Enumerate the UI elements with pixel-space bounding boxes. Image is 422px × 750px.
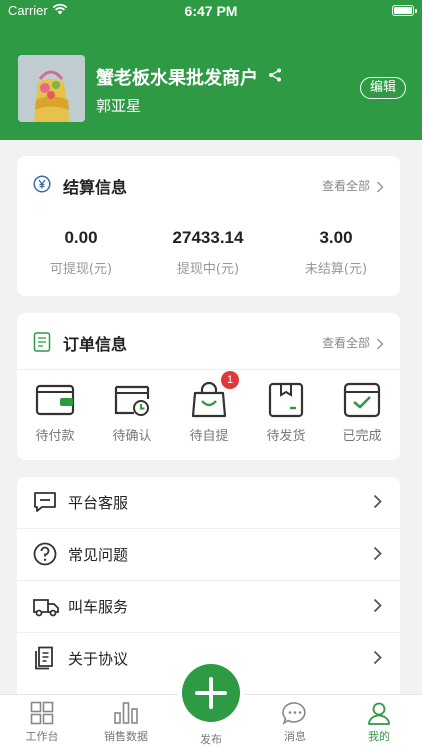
chevron-right-icon [373,546,382,565]
message-icon [260,701,330,725]
chevron-right-icon [373,494,382,513]
stat-label: 可提现(元) [49,262,113,277]
stat-value: 0.00 [64,228,98,247]
status-time: 6:47 PM [184,3,238,19]
shop-name: 蟹老板水果批发商户 [96,68,258,89]
menu-label: 常见问题 [68,546,129,564]
stat-label: 提现中(元) [176,262,240,277]
tab-label: 工作台 [25,730,59,743]
order-label: 待确认 [112,429,152,444]
chevron-right-icon [376,335,384,354]
shopping-bag-icon: 1 [189,371,239,419]
chevron-right-icon [376,178,384,197]
stat-value: 3.00 [319,228,353,247]
stat-unsettled: 3.00 未结算(元) [276,228,396,277]
menu-label: 叫车服务 [68,598,129,616]
chevron-right-icon [373,598,382,617]
tab-label: 销售数据 [104,730,148,743]
divider [17,369,400,370]
stat-available: 0.00 可提现(元) [21,228,141,277]
order-label: 待付款 [35,429,75,444]
tab-mine[interactable]: 我的 [344,701,414,744]
package-icon [266,381,306,419]
stat-label: 未结算(元) [304,262,368,277]
user-icon [344,701,414,725]
order-completed[interactable]: 已完成 [332,381,392,444]
battery-icon [392,5,417,16]
settlement-card: 结算信息 查看全部 0.00 可提现(元) 27433.14 提现中(元) 3.… [17,156,400,296]
order-label: 待自提 [189,429,229,444]
wallet-icon [35,381,75,419]
share-icon[interactable] [268,67,282,86]
order-title: 订单信息 [63,335,128,354]
plus-icon [182,677,240,726]
truck-icon [33,594,59,622]
pickup-badge: 1 [221,371,239,389]
stat-value: 27433.14 [172,228,244,247]
order-card: 订单信息 查看全部 待付款 待确认 1 待自提 待发货 已完成 [17,313,400,460]
check-calendar-icon [342,381,382,419]
menu-label: 关于协议 [68,650,129,668]
profile-header: Carrier 6:47 PM 蟹老板水果批发商户 郭亚星 编辑 [0,0,422,140]
publish-button-ring [178,660,244,726]
edit-button[interactable]: 编辑 [360,77,406,99]
settlement-title: 结算信息 [63,178,128,197]
tab-label: 我的 [368,730,390,743]
order-label: 待发货 [266,429,306,444]
bar-chart-icon [91,701,161,725]
order-header[interactable]: 订单信息 查看全部 [17,313,400,369]
grid-icon [7,701,77,725]
publish-button[interactable] [182,664,240,722]
list-doc-icon [33,332,51,356]
order-label: 已完成 [342,429,382,444]
shop-avatar[interactable] [18,55,85,122]
order-pending-ship[interactable]: 待发货 [256,381,316,444]
chevron-right-icon [373,650,382,669]
order-view-all[interactable]: 查看全部 [322,334,370,351]
stat-withdrawing: 27433.14 提现中(元) [148,228,268,277]
menu-item-car-service[interactable]: 叫车服务 [17,581,400,632]
chat-icon [33,490,57,518]
document-icon [33,646,57,674]
order-pending-pickup[interactable]: 1 待自提 [179,371,239,444]
yuan-icon [33,175,51,197]
menu-item-customer-service[interactable]: 平台客服 [17,477,400,528]
tab-label: 消息 [284,730,306,743]
tab-messages[interactable]: 消息 [260,701,330,744]
calendar-clock-icon [112,381,152,419]
question-icon [33,542,57,570]
settlement-header[interactable]: 结算信息 查看全部 [17,156,400,212]
order-pending-confirm[interactable]: 待确认 [102,381,162,444]
tab-workbench[interactable]: 工作台 [7,701,77,744]
tab-sales-data[interactable]: 销售数据 [91,701,161,744]
owner-name: 郭亚星 [96,97,142,115]
settlement-view-all[interactable]: 查看全部 [322,177,370,194]
menu-label: 平台客服 [68,494,129,512]
order-pending-payment[interactable]: 待付款 [25,381,85,444]
menu-item-faq[interactable]: 常见问题 [17,529,400,580]
tab-publish-label: 发布 [200,733,222,746]
status-bar: Carrier 6:47 PM [0,0,422,22]
